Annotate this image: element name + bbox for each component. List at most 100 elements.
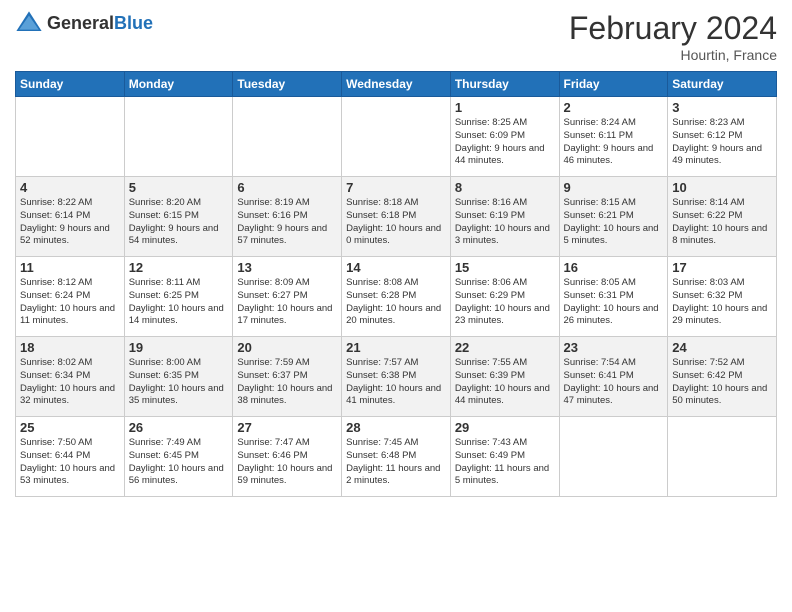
calendar-week-row: 25Sunrise: 7:50 AM Sunset: 6:44 PM Dayli… (16, 417, 777, 497)
day-info: Sunrise: 8:11 AM Sunset: 6:25 PM Dayligh… (129, 277, 229, 328)
day-info: Sunrise: 8:25 AM Sunset: 6:09 PM Dayligh… (455, 117, 555, 168)
col-tuesday: Tuesday (233, 72, 342, 97)
table-row: 26 Sunrise: 7:49 AM Sunset: 6:45 PM Dayli… (124, 417, 233, 497)
table-row: 25Sunrise: 7:50 AM Sunset: 6:44 PM Dayli… (16, 417, 125, 497)
day-info: Sunrise: 7:52 AM Sunset: 6:42 PM Dayligh… (672, 357, 772, 408)
day-number: 24 (672, 340, 772, 355)
day-info: Sunrise: 8:23 AM Sunset: 6:12 PM Dayligh… (672, 117, 772, 168)
table-row: 2 Sunrise: 8:24 AM Sunset: 6:11 PM Daylig… (559, 97, 668, 177)
day-info: Sunrise: 7:49 AM Sunset: 6:45 PM Dayligh… (129, 437, 229, 488)
table-row: 23 Sunrise: 7:54 AM Sunset: 6:41 PM Dayli… (559, 337, 668, 417)
day-number: 17 (672, 260, 772, 275)
page: GeneralBlue February 2024 Hourtin, Franc… (0, 0, 792, 612)
day-info: Sunrise: 7:45 AM Sunset: 6:48 PM Dayligh… (346, 437, 446, 488)
col-sunday: Sunday (16, 72, 125, 97)
day-info: Sunrise: 8:12 AM Sunset: 6:24 PM Dayligh… (20, 277, 120, 328)
day-info: Sunrise: 8:05 AM Sunset: 6:31 PM Dayligh… (564, 277, 664, 328)
table-row: 9Sunrise: 8:15 AM Sunset: 6:21 PM Daylig… (559, 177, 668, 257)
table-row: 28 Sunrise: 7:45 AM Sunset: 6:48 PM Dayli… (342, 417, 451, 497)
col-friday: Friday (559, 72, 668, 97)
day-info: Sunrise: 8:03 AM Sunset: 6:32 PM Dayligh… (672, 277, 772, 328)
day-info: Sunrise: 8:20 AM Sunset: 6:15 PM Dayligh… (129, 197, 229, 248)
day-info: Sunrise: 8:06 AM Sunset: 6:29 PM Dayligh… (455, 277, 555, 328)
col-thursday: Thursday (450, 72, 559, 97)
day-info: Sunrise: 7:55 AM Sunset: 6:39 PM Dayligh… (455, 357, 555, 408)
day-number: 8 (455, 180, 555, 195)
day-info: Sunrise: 8:22 AM Sunset: 6:14 PM Dayligh… (20, 197, 120, 248)
day-info: Sunrise: 7:50 AM Sunset: 6:44 PM Dayligh… (20, 437, 120, 488)
table-row: 20 Sunrise: 7:59 AM Sunset: 6:37 PM Dayli… (233, 337, 342, 417)
month-year: February 2024 (569, 10, 777, 47)
day-info: Sunrise: 8:00 AM Sunset: 6:35 PM Dayligh… (129, 357, 229, 408)
table-row: 7 Sunrise: 8:18 AM Sunset: 6:18 PM Daylig… (342, 177, 451, 257)
day-number: 1 (455, 100, 555, 115)
table-row: 6 Sunrise: 8:19 AM Sunset: 6:16 PM Daylig… (233, 177, 342, 257)
table-row: 12 Sunrise: 8:11 AM Sunset: 6:25 PM Dayli… (124, 257, 233, 337)
col-wednesday: Wednesday (342, 72, 451, 97)
table-row: 5 Sunrise: 8:20 AM Sunset: 6:15 PM Daylig… (124, 177, 233, 257)
logo-general-text: General (47, 13, 114, 33)
day-number: 2 (564, 100, 664, 115)
day-number: 19 (129, 340, 229, 355)
day-number: 29 (455, 420, 555, 435)
col-saturday: Saturday (668, 72, 777, 97)
col-monday: Monday (124, 72, 233, 97)
day-number: 12 (129, 260, 229, 275)
day-number: 15 (455, 260, 555, 275)
table-row: 1 Sunrise: 8:25 AM Sunset: 6:09 PM Daylig… (450, 97, 559, 177)
calendar-week-row: 1 Sunrise: 8:25 AM Sunset: 6:09 PM Daylig… (16, 97, 777, 177)
table-row (668, 417, 777, 497)
calendar-table: Sunday Monday Tuesday Wednesday Thursday… (15, 71, 777, 497)
day-number: 10 (672, 180, 772, 195)
day-info: Sunrise: 8:16 AM Sunset: 6:19 PM Dayligh… (455, 197, 555, 248)
table-row: 4 Sunrise: 8:22 AM Sunset: 6:14 PM Daylig… (16, 177, 125, 257)
calendar-week-row: 4 Sunrise: 8:22 AM Sunset: 6:14 PM Daylig… (16, 177, 777, 257)
table-row: 19 Sunrise: 8:00 AM Sunset: 6:35 PM Dayli… (124, 337, 233, 417)
day-info: Sunrise: 8:09 AM Sunset: 6:27 PM Dayligh… (237, 277, 337, 328)
day-info: Sunrise: 7:54 AM Sunset: 6:41 PM Dayligh… (564, 357, 664, 408)
day-info: Sunrise: 8:14 AM Sunset: 6:22 PM Dayligh… (672, 197, 772, 248)
day-info: Sunrise: 8:18 AM Sunset: 6:18 PM Dayligh… (346, 197, 446, 248)
table-row: 8 Sunrise: 8:16 AM Sunset: 6:19 PM Daylig… (450, 177, 559, 257)
table-row (16, 97, 125, 177)
logo: GeneralBlue (15, 10, 153, 38)
day-number: 4 (20, 180, 120, 195)
table-row: 16 Sunrise: 8:05 AM Sunset: 6:31 PM Dayli… (559, 257, 668, 337)
table-row: 18Sunrise: 8:02 AM Sunset: 6:34 PM Dayli… (16, 337, 125, 417)
day-info: Sunrise: 7:47 AM Sunset: 6:46 PM Dayligh… (237, 437, 337, 488)
day-info: Sunrise: 7:57 AM Sunset: 6:38 PM Dayligh… (346, 357, 446, 408)
table-row: 21 Sunrise: 7:57 AM Sunset: 6:38 PM Dayli… (342, 337, 451, 417)
title-block: February 2024 Hourtin, France (569, 10, 777, 63)
day-number: 14 (346, 260, 446, 275)
calendar-week-row: 18Sunrise: 8:02 AM Sunset: 6:34 PM Dayli… (16, 337, 777, 417)
table-row: 24 Sunrise: 7:52 AM Sunset: 6:42 PM Dayli… (668, 337, 777, 417)
day-number: 23 (564, 340, 664, 355)
day-number: 16 (564, 260, 664, 275)
table-row: 14Sunrise: 8:08 AM Sunset: 6:28 PM Dayli… (342, 257, 451, 337)
header: GeneralBlue February 2024 Hourtin, Franc… (15, 10, 777, 63)
day-number: 7 (346, 180, 446, 195)
day-info: Sunrise: 8:19 AM Sunset: 6:16 PM Dayligh… (237, 197, 337, 248)
day-info: Sunrise: 8:24 AM Sunset: 6:11 PM Dayligh… (564, 117, 664, 168)
table-row: 17 Sunrise: 8:03 AM Sunset: 6:32 PM Dayli… (668, 257, 777, 337)
day-number: 21 (346, 340, 446, 355)
day-number: 5 (129, 180, 229, 195)
day-number: 27 (237, 420, 337, 435)
day-number: 13 (237, 260, 337, 275)
day-number: 28 (346, 420, 446, 435)
table-row: 3Sunrise: 8:23 AM Sunset: 6:12 PM Daylig… (668, 97, 777, 177)
table-row: 11Sunrise: 8:12 AM Sunset: 6:24 PM Dayli… (16, 257, 125, 337)
day-info: Sunrise: 7:59 AM Sunset: 6:37 PM Dayligh… (237, 357, 337, 408)
logo-icon (15, 10, 43, 38)
day-number: 26 (129, 420, 229, 435)
day-number: 6 (237, 180, 337, 195)
day-number: 18 (20, 340, 120, 355)
calendar-week-row: 11Sunrise: 8:12 AM Sunset: 6:24 PM Dayli… (16, 257, 777, 337)
table-row (559, 417, 668, 497)
table-row: 10 Sunrise: 8:14 AM Sunset: 6:22 PM Dayli… (668, 177, 777, 257)
table-row (233, 97, 342, 177)
day-info: Sunrise: 8:15 AM Sunset: 6:21 PM Dayligh… (564, 197, 664, 248)
day-number: 20 (237, 340, 337, 355)
day-number: 22 (455, 340, 555, 355)
logo-blue-text: Blue (114, 13, 153, 33)
